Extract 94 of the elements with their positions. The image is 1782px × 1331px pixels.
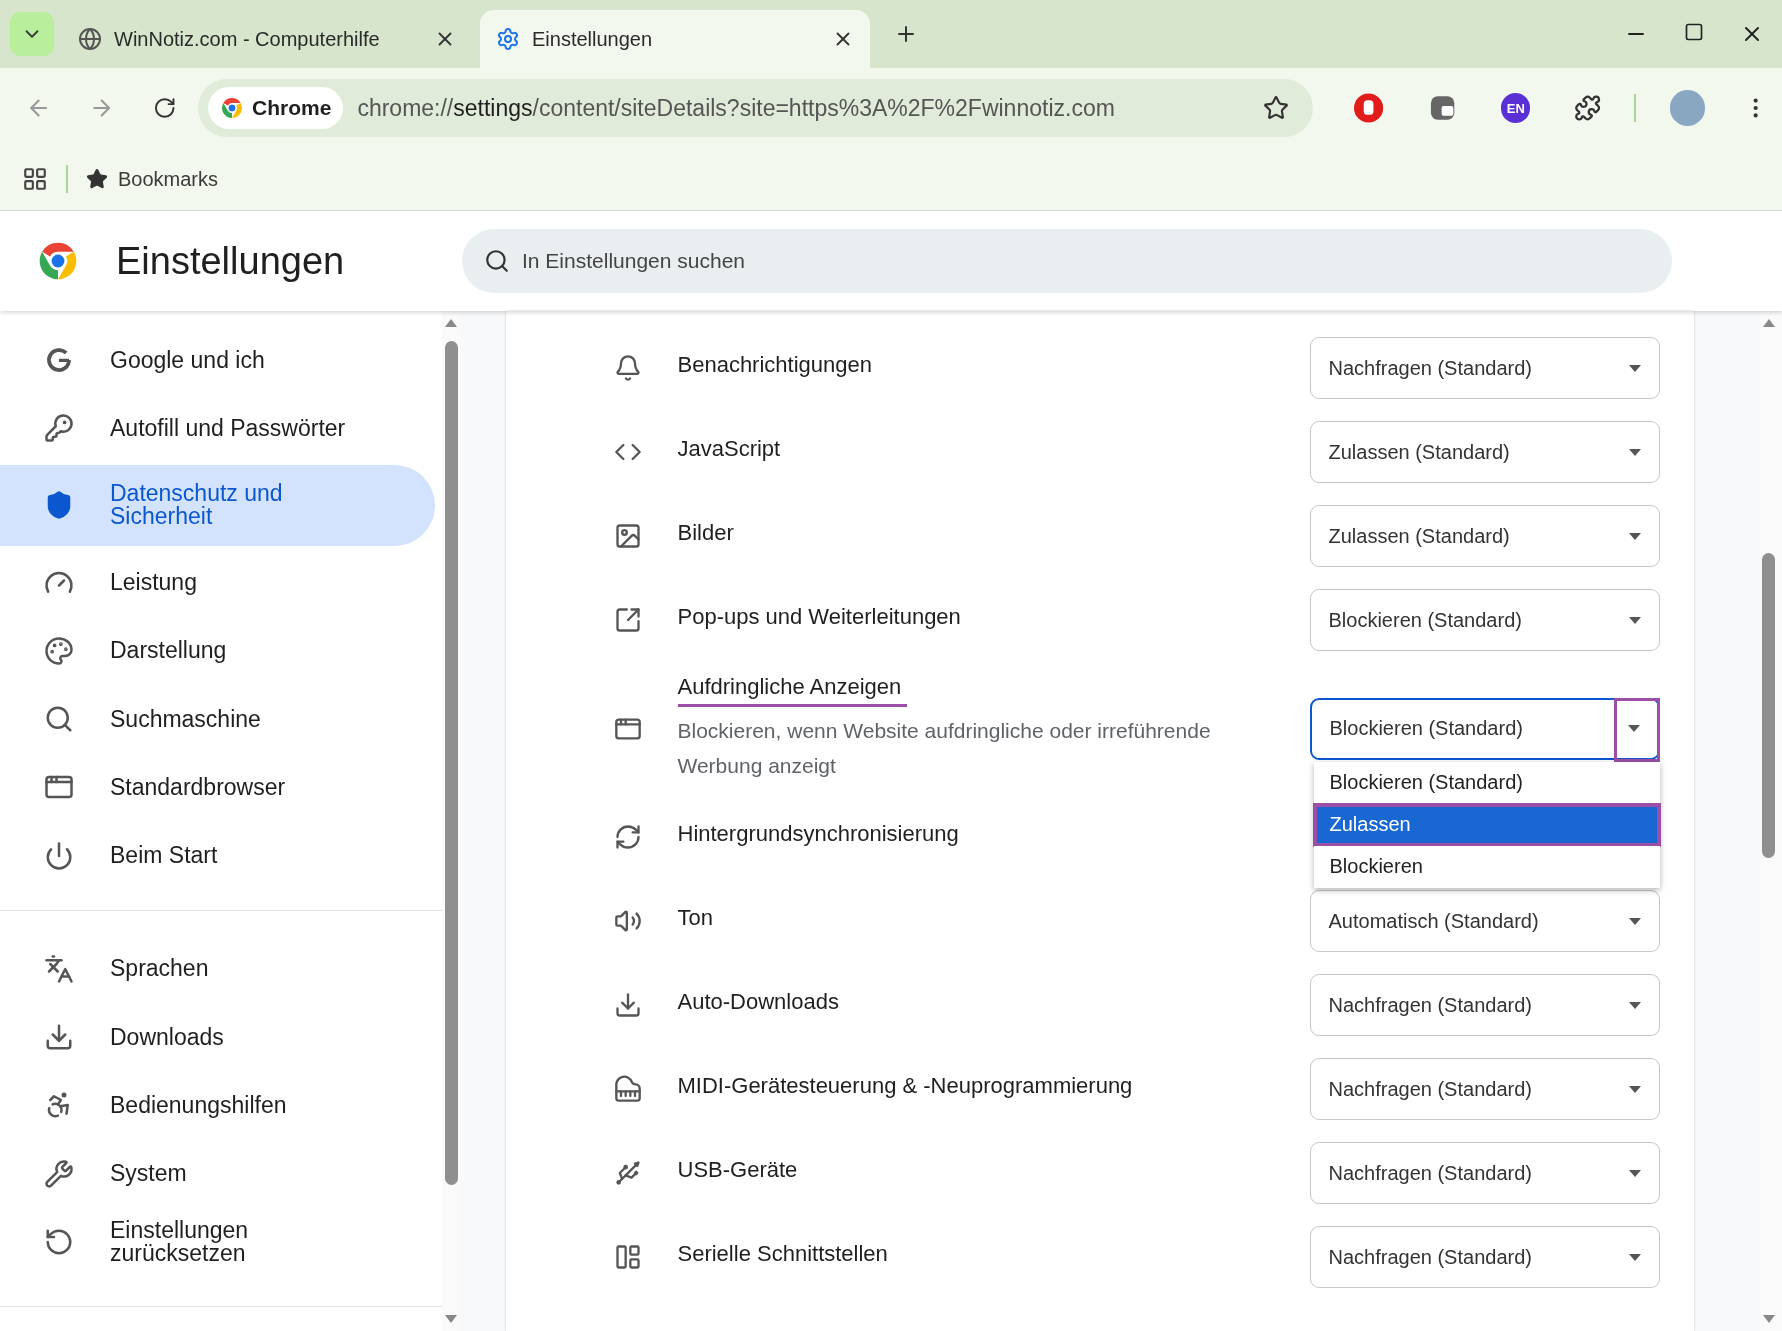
sidebar-item[interactable]: Sprachen — [0, 934, 435, 1003]
permission-label: Ton — [677, 904, 714, 932]
permission-label: MIDI-Gerätesteuerung & -Neuprogrammierung — [677, 1072, 1134, 1100]
permission-icon — [613, 354, 642, 382]
permission-dropdown[interactable]: Nachfragen (Standard) — [1309, 974, 1660, 1036]
sidebar-item[interactable]: Bedienungshilfen — [0, 1071, 435, 1140]
caret-icon — [1628, 532, 1641, 540]
permission-description: Blockieren, wenn Website aufdringliche oder irreführende Werbung anzeigt — [677, 718, 1212, 779]
browser-tab[interactable]: Einstellungen — [480, 10, 870, 68]
sidebar-item[interactable]: Autofill und Passwörter — [0, 394, 435, 463]
caret-icon — [1628, 917, 1641, 925]
language-extension-badge[interactable]: EN — [1501, 93, 1531, 123]
sidebar-item[interactable]: Beim Start — [0, 821, 435, 890]
scrollbar-thumb[interactable] — [1762, 553, 1775, 858]
sidebar-item[interactable]: Einstellungen zurücksetzen — [0, 1207, 435, 1277]
caret-icon — [1628, 1253, 1641, 1261]
sidebar-item[interactable]: Darstellung — [0, 616, 435, 685]
permission-icon — [613, 1159, 642, 1187]
permission-dropdown[interactable]: Zulassen (Standard) — [1309, 421, 1660, 483]
sidebar-scrollbar[interactable] — [442, 311, 460, 1331]
permission-label: Bilder — [677, 519, 735, 547]
reload-icon[interactable] — [152, 96, 177, 120]
caret-icon — [1628, 364, 1641, 372]
permission-dropdown[interactable]: Automatisch (Standard) — [1309, 890, 1660, 952]
scroll-up-arrow-icon[interactable] — [1762, 319, 1775, 327]
caret-icon — [1628, 448, 1641, 456]
search-icon — [484, 248, 510, 274]
permission-icon — [613, 991, 642, 1019]
settings-search-field[interactable]: In Einstellungen suchen — [462, 229, 1672, 293]
caret-icon — [1628, 1001, 1641, 1009]
caret-icon — [1627, 725, 1640, 732]
permission-label: Serielle Schnittstellen — [677, 1240, 889, 1268]
stop-hand-icon[interactable] — [1352, 92, 1384, 124]
sidebar-icon — [44, 840, 74, 871]
permission-label: JavaScript — [677, 435, 782, 463]
permission-label: Auto-Downloads — [677, 988, 840, 1016]
permission-dropdown[interactable]: Nachfragen (Standard) — [1309, 1226, 1660, 1288]
maximize-icon[interactable] — [1684, 22, 1704, 42]
sidebar-icon — [44, 1158, 74, 1189]
page-title: Einstellungen — [116, 239, 346, 283]
permission-dropdown[interactable]: Nachfragen (Standard) — [1309, 1058, 1660, 1120]
permission-icon — [613, 823, 642, 851]
permission-dropdown[interactable]: Nachfragen (Standard) — [1309, 1142, 1660, 1204]
permission-label: Aufdringliche Anzeigen — [677, 674, 908, 707]
permission-icon — [613, 606, 642, 634]
dropdown-option[interactable]: Blockieren — [1313, 845, 1660, 888]
page-scrollbar[interactable] — [1755, 311, 1782, 1331]
permission-label: Benachrichtigungen — [677, 351, 873, 379]
permission-dropdown[interactable]: Nachfragen (Standard) — [1309, 337, 1660, 399]
address-bar[interactable]: Chrome chrome://settings/content/siteDetails?site=https%3A%2F%2Fwinnotiz.com — [198, 79, 1313, 137]
sidebar-item[interactable]: System — [0, 1139, 435, 1208]
caret-icon — [1628, 1085, 1641, 1093]
permission-icon — [613, 522, 642, 550]
permission-label: Pop-ups und Weiterleitungen — [677, 603, 962, 631]
site-chip[interactable]: Chrome — [208, 87, 344, 129]
sidebar-item[interactable]: Leistung — [0, 548, 435, 617]
sidebar-icon — [44, 635, 74, 666]
sidebar-item[interactable]: Google und ich — [0, 326, 435, 395]
permission-label: USB-Geräte — [677, 1156, 799, 1184]
globe-icon — [78, 27, 102, 51]
permission-dropdown[interactable]: Zulassen (Standard) — [1309, 505, 1660, 567]
chrome-logo-icon — [220, 96, 245, 120]
scrollbar-thumb[interactable] — [444, 341, 458, 1185]
apps-grid-icon[interactable] — [22, 166, 48, 192]
caret-icon — [1628, 616, 1641, 624]
dropdown-option[interactable]: Zulassen — [1313, 803, 1660, 846]
url-text: chrome://settings/content/siteDetails?site=https%3A%2F%2Fwinnotiz.com — [357, 94, 1116, 122]
permission-icon — [613, 1075, 642, 1103]
scroll-down-arrow-icon[interactable] — [445, 1315, 457, 1323]
permission-label: Hintergrundsynchronisierung — [677, 820, 960, 848]
sidebar-icon — [44, 413, 74, 444]
sidebar-icon — [44, 953, 74, 984]
settings-icon — [496, 27, 520, 51]
tab-title: WinNotiz.com - Computerhilfe — [114, 27, 381, 51]
sidebar-item[interactable]: Standardbrowser — [0, 753, 435, 822]
scroll-down-arrow-icon[interactable] — [1762, 1315, 1775, 1323]
permission-dropdown[interactable]: Blockieren (Standard) — [1309, 589, 1660, 651]
tab-title: Einstellungen — [532, 27, 654, 51]
caret-icon — [1628, 1169, 1641, 1177]
sidebar-item[interactable]: Suchmaschine — [0, 684, 435, 754]
permission-icon — [613, 1243, 642, 1271]
search-placeholder: In Einstellungen suchen — [522, 249, 745, 273]
dropdown-option[interactable]: Blockieren (Standard) — [1313, 761, 1660, 804]
sidebar-item[interactable]: Datenschutz und Sicherheit — [0, 464, 435, 547]
browser-tab[interactable]: WinNotiz.com - Computerhilfe — [62, 10, 472, 68]
scroll-up-arrow-icon[interactable] — [445, 319, 457, 327]
star-icon — [86, 168, 108, 190]
bookmark-star-icon[interactable] — [1262, 95, 1289, 121]
bookmarks-folder[interactable]: Bookmarks — [86, 167, 219, 191]
highlight-frame — [1613, 697, 1660, 762]
sidebar-icon — [44, 704, 74, 735]
sidebar-item[interactable]: Downloads — [0, 1003, 435, 1072]
sidebar-icon — [44, 1022, 74, 1053]
extensions-icon[interactable] — [1574, 94, 1602, 122]
